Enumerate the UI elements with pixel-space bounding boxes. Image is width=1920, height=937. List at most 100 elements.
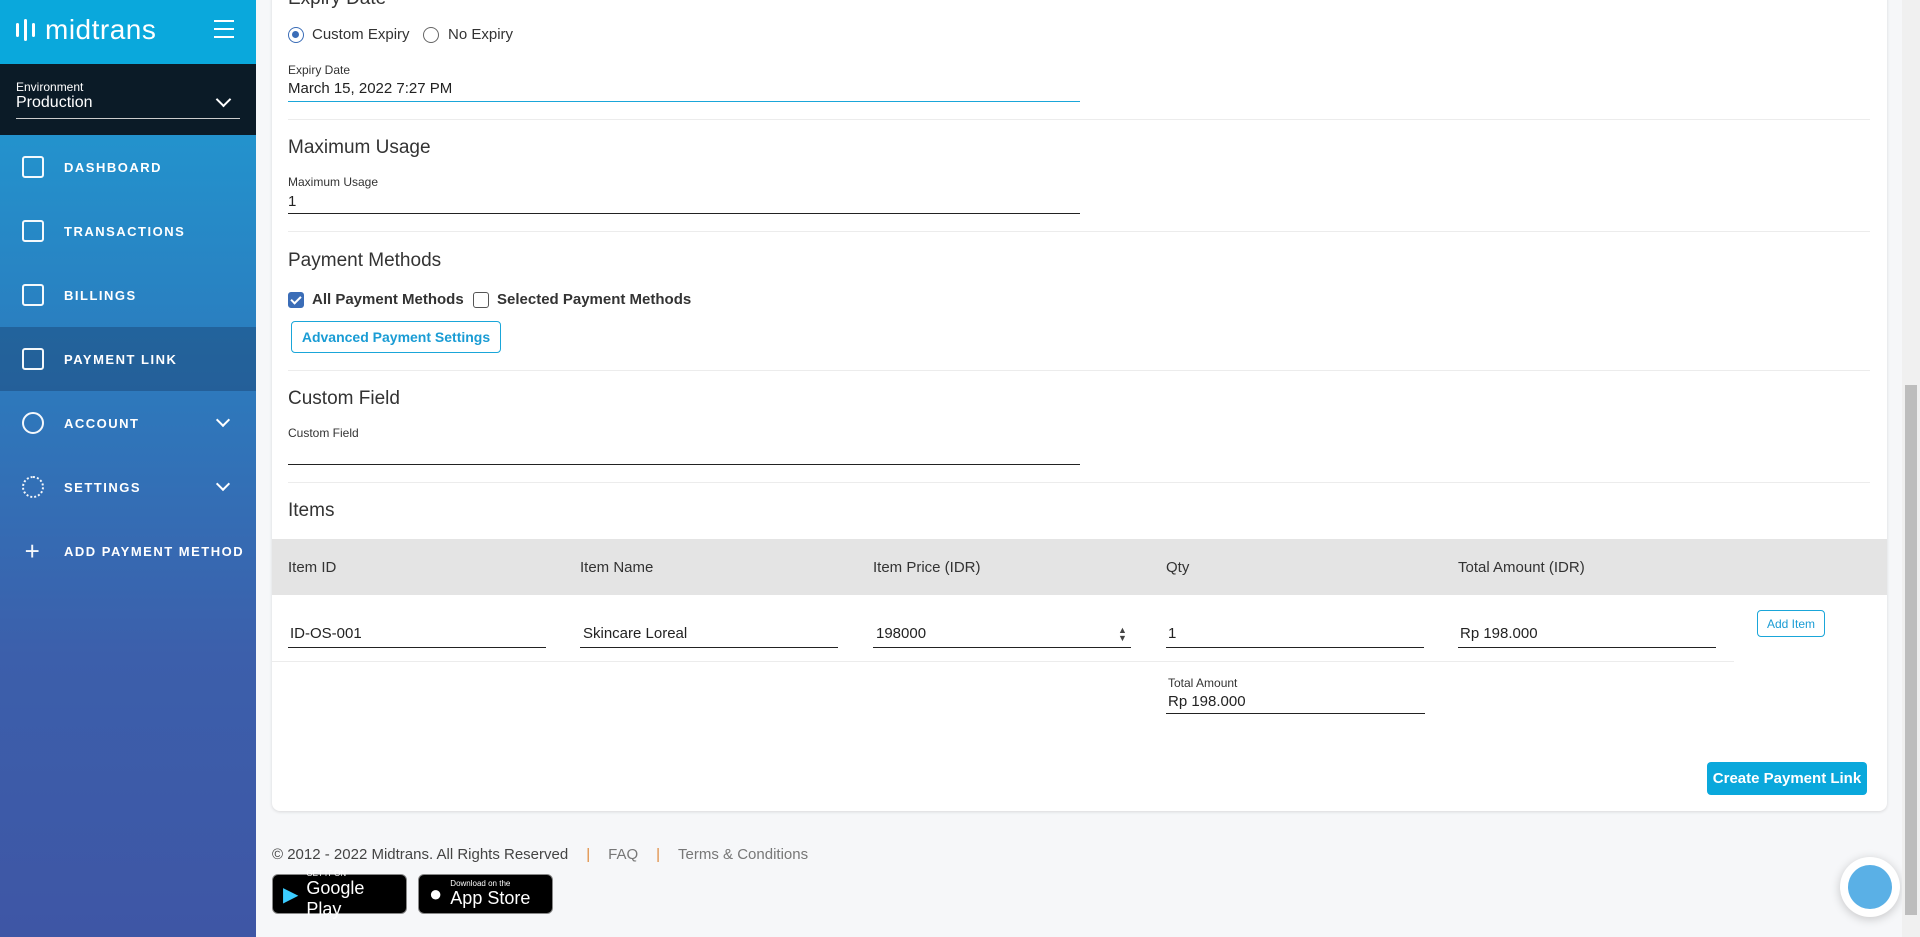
- expiry-date-underline: [288, 101, 1080, 102]
- environment-value[interactable]: Production: [16, 94, 93, 112]
- nav-label: TRANSACTIONS: [64, 223, 186, 239]
- chevron-down-icon: [215, 476, 231, 492]
- sidebar-item-dashboard[interactable]: DASHBOARD: [0, 135, 256, 199]
- assistant-avatar-icon: [1848, 865, 1892, 909]
- number-spinner-icon[interactable]: ▲ ▼: [1118, 626, 1127, 643]
- apple-icon: ●: [429, 881, 443, 906]
- billings-icon: [22, 284, 44, 306]
- dashboard-icon: [22, 156, 44, 178]
- environment-label: Environment: [16, 80, 84, 94]
- max-usage-heading: Maximum Usage: [288, 137, 431, 158]
- advanced-payment-settings-button[interactable]: Advanced Payment Settings: [291, 321, 501, 353]
- sidebar-item-settings[interactable]: SETTINGS: [0, 455, 256, 519]
- faq-link[interactable]: FAQ: [608, 846, 638, 863]
- sidebar-item-billings[interactable]: BILLINGS: [0, 263, 256, 327]
- payment-link-icon: [22, 348, 44, 370]
- max-usage-underline: [288, 213, 1080, 214]
- selected-payment-methods-label[interactable]: Selected Payment Methods: [497, 291, 691, 308]
- custom-expiry-label[interactable]: Custom Expiry: [312, 26, 410, 43]
- logo-icon: [16, 19, 35, 41]
- custom-field-underline: [288, 464, 1080, 465]
- custom-expiry-radio[interactable]: [288, 27, 304, 43]
- nav-label: PAYMENT LINK: [64, 351, 178, 367]
- transactions-icon: [22, 220, 44, 242]
- sidebar-item-add-payment-method[interactable]: + ADD PAYMENT METHOD: [0, 519, 256, 583]
- chevron-down-icon[interactable]: [215, 91, 232, 108]
- google-play-icon: ▶: [283, 883, 299, 906]
- divider: [288, 370, 1870, 371]
- column-item-id: Item ID: [288, 559, 337, 576]
- badge-text: App Store: [450, 888, 531, 908]
- item-price-input[interactable]: 198000: [876, 625, 926, 642]
- divider: [288, 119, 1870, 120]
- create-payment-link-button[interactable]: Create Payment Link: [1707, 762, 1867, 795]
- payment-methods-heading: Payment Methods: [288, 250, 442, 271]
- nav-label: BILLINGS: [64, 287, 137, 303]
- column-item-name: Item Name: [580, 559, 654, 576]
- no-expiry-label[interactable]: No Expiry: [448, 26, 513, 43]
- expiry-date-input[interactable]: March 15, 2022 7:27 PM: [288, 80, 452, 97]
- total-underline: [1166, 713, 1425, 714]
- footer: © 2012 - 2022 Midtrans. All Rights Reser…: [272, 846, 808, 863]
- selected-payment-methods-checkbox[interactable]: [473, 292, 489, 308]
- scrollbar-thumb[interactable]: [1905, 385, 1917, 915]
- nav-label: DASHBOARD: [64, 159, 162, 175]
- max-usage-label: Maximum Usage: [288, 175, 379, 189]
- nav-label: SETTINGS: [64, 479, 142, 495]
- custom-field-input[interactable]: [288, 444, 1080, 464]
- all-payment-methods-checkbox[interactable]: [288, 292, 304, 308]
- column-total-amount: Total Amount (IDR): [1458, 559, 1585, 576]
- expiry-date-label: Expiry Date: [288, 63, 351, 77]
- copyright-text: © 2012 - 2022 Midtrans. All Rights Reser…: [272, 846, 569, 863]
- sidebar-item-transactions[interactable]: TRANSACTIONS: [0, 199, 256, 263]
- separator: |: [656, 846, 661, 863]
- input-underline: [1166, 647, 1424, 648]
- badge-text: Google Play: [306, 877, 365, 919]
- app-store-badge[interactable]: ● Download on the App Store: [418, 874, 553, 914]
- custom-field-heading: Custom Field: [288, 388, 400, 409]
- user-icon: [22, 412, 44, 434]
- environment-selector[interactable]: Environment Production: [0, 64, 256, 135]
- column-qty: Qty: [1166, 559, 1190, 576]
- terms-link[interactable]: Terms & Conditions: [678, 846, 808, 863]
- sidebar-item-account[interactable]: ACCOUNT: [0, 391, 256, 455]
- add-item-button[interactable]: Add Item: [1757, 610, 1825, 637]
- items-table-header: [272, 539, 1887, 595]
- payment-link-form-card: [272, 0, 1887, 811]
- nav-label: ACCOUNT: [64, 415, 140, 431]
- expiry-heading: Expiry Date: [288, 0, 386, 10]
- divider: [288, 231, 1870, 232]
- total-amount-value: Rp 198.000: [1168, 693, 1246, 710]
- input-underline: [873, 647, 1131, 648]
- divider: [288, 482, 1870, 483]
- hamburger-menu-icon[interactable]: [214, 20, 234, 38]
- items-heading: Items: [288, 500, 335, 521]
- input-underline: [288, 647, 546, 648]
- nav-label: ADD PAYMENT METHOD: [64, 543, 245, 559]
- all-payment-methods-label[interactable]: All Payment Methods: [312, 291, 464, 308]
- separator: |: [586, 846, 591, 863]
- logo-text: midtrans: [45, 14, 157, 45]
- row-divider: [272, 661, 1734, 662]
- midtrans-logo[interactable]: midtrans: [16, 14, 156, 46]
- column-item-price: Item Price (IDR): [873, 559, 981, 576]
- sidebar-item-payment-link[interactable]: PAYMENT LINK: [0, 327, 256, 391]
- max-usage-input[interactable]: 1: [288, 193, 296, 210]
- chat-assistant-button[interactable]: [1840, 857, 1900, 917]
- input-underline: [580, 647, 838, 648]
- custom-field-label: Custom Field: [288, 426, 359, 440]
- qty-input[interactable]: 1: [1168, 625, 1176, 642]
- google-play-badge[interactable]: ▶ GET IT ON Google Play: [272, 869, 407, 919]
- gear-icon: [22, 476, 44, 498]
- input-underline: [1458, 647, 1716, 648]
- item-name-input[interactable]: Skincare Loreal: [583, 625, 687, 642]
- total-amount-label: Total Amount: [1168, 676, 1238, 690]
- item-id-input[interactable]: ID-OS-001: [290, 625, 362, 642]
- badge-small-text: GET IT ON: [306, 868, 347, 878]
- environment-underline: [16, 118, 240, 119]
- badge-small-text: Download on the: [450, 879, 511, 888]
- no-expiry-radio[interactable]: [423, 27, 439, 43]
- plus-icon: +: [24, 536, 42, 566]
- row-total-amount: Rp 198.000: [1460, 625, 1538, 642]
- chevron-down-icon: [215, 412, 231, 428]
